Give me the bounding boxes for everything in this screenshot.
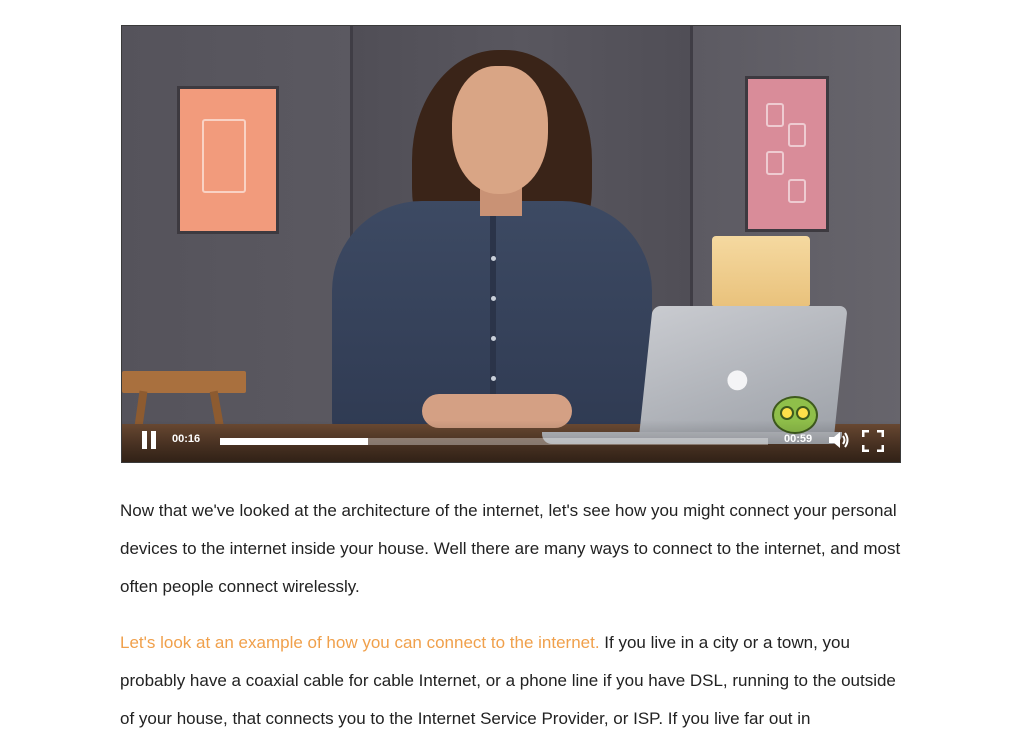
progress-fill [220, 438, 368, 445]
apple-logo-icon: ● [726, 364, 749, 394]
progress-bar[interactable] [220, 438, 768, 445]
pause-icon[interactable] [140, 431, 160, 451]
volume-icon[interactable] [828, 430, 850, 450]
current-time: 00:16 [172, 433, 201, 445]
video-frame: ● [122, 26, 900, 462]
wall-poster [180, 89, 276, 231]
duration-time: 00:59 [784, 433, 813, 445]
side-table [122, 371, 246, 393]
highlighted-transcript-sentence[interactable]: Let's look at an example of how you can … [120, 633, 600, 652]
presenter-face [452, 66, 548, 194]
transcript-paragraph: Let's look at an example of how you can … [120, 624, 910, 738]
transcript-paragraph: Now that we've looked at the architectur… [120, 501, 901, 596]
page: ● 00:16 00:59 Now that we've looked at t… [0, 0, 1023, 744]
fullscreen-icon[interactable] [861, 429, 885, 453]
wall-poster [748, 79, 826, 229]
lamp [712, 236, 810, 306]
video-controls: 00:16 00:59 [122, 420, 900, 462]
video-player[interactable]: ● 00:16 00:59 [121, 25, 901, 463]
